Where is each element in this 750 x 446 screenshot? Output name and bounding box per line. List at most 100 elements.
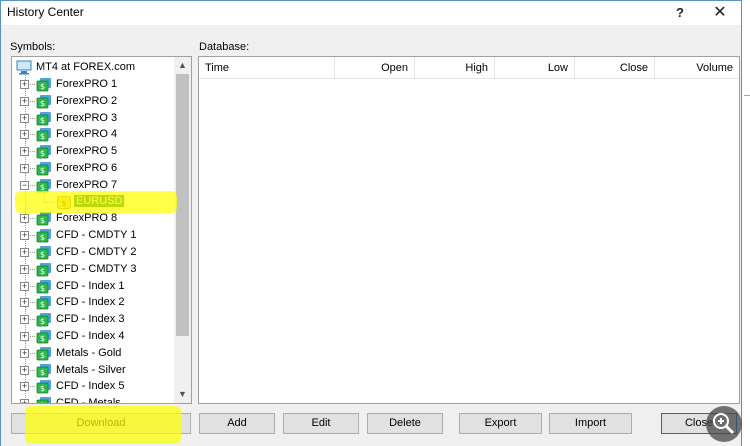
svg-text:$: $ <box>40 368 45 377</box>
computer-icon <box>16 60 32 75</box>
tree-root-label: MT4 at FOREX.com <box>36 61 136 73</box>
expand-icon[interactable]: + <box>20 214 29 224</box>
svg-text:$: $ <box>40 284 45 293</box>
svg-text:$: $ <box>40 216 45 225</box>
svg-text:$: $ <box>40 166 45 175</box>
symbols-tree[interactable]: MT4 at FOREX.com + $ ForexPRO 1 + $ ForexPRO … <box>12 57 174 403</box>
magnifier-icon <box>713 413 735 435</box>
collapse-icon[interactable]: − <box>20 180 29 190</box>
tree-connector <box>44 190 45 202</box>
tree-item-label: ForexPRO 8 <box>56 212 118 225</box>
expand-icon[interactable]: + <box>20 281 29 291</box>
svg-text:$: $ <box>40 317 45 326</box>
scroll-thumb[interactable] <box>176 74 189 336</box>
expand-icon[interactable]: + <box>20 382 29 392</box>
scroll-down-icon[interactable]: ▼ <box>174 386 191 403</box>
svg-text:$: $ <box>40 99 45 108</box>
symbol-folder-icon: $ <box>36 212 51 226</box>
tree-item-label: ForexPRO 1 <box>56 78 118 90</box>
symbol-folder-icon: $ <box>36 94 51 109</box>
svg-text:$: $ <box>40 334 45 343</box>
expand-icon[interactable]: + <box>20 399 29 403</box>
database-label: Database: <box>199 41 250 53</box>
expand-icon[interactable]: + <box>20 315 29 325</box>
symbol-folder-icon: $ <box>36 397 51 403</box>
expand-icon[interactable]: + <box>20 147 29 157</box>
edit-button[interactable]: Edit <box>283 413 359 434</box>
database-table[interactable]: Time Open High Low Close Volume <box>198 56 740 404</box>
svg-text:$: $ <box>40 132 45 141</box>
expand-icon[interactable]: + <box>20 96 29 106</box>
tree-item-label: CFD - CMDTY 2 <box>56 246 137 258</box>
svg-text:$: $ <box>40 116 45 125</box>
column-volume[interactable]: Volume <box>655 57 739 79</box>
tree-item-label: CFD - Index 2 <box>56 296 125 309</box>
tree-item-label: ForexPRO 3 <box>56 111 118 124</box>
symbol-folder-icon: $ <box>36 380 51 394</box>
expand-icon[interactable]: + <box>20 264 29 274</box>
window-title: History Center <box>7 5 84 19</box>
tree-connector <box>44 201 54 203</box>
symbol-folder-icon: $ <box>36 246 51 260</box>
tree-scrollbar[interactable]: ▲ ▼ <box>174 57 191 403</box>
svg-text:$: $ <box>40 250 45 259</box>
column-open[interactable]: Open <box>335 57 415 79</box>
symbol-folder-icon: $ <box>36 346 51 361</box>
expand-icon[interactable]: + <box>20 348 29 358</box>
selected-symbol-label: EURUSD <box>74 194 125 207</box>
tree-item-label: ForexPRO 6 <box>56 162 118 174</box>
column-time[interactable]: Time <box>199 57 335 79</box>
symbols-label: Symbols: <box>10 41 56 53</box>
expand-icon[interactable]: + <box>20 80 29 89</box>
svg-text:$: $ <box>40 233 45 242</box>
download-button[interactable]: Download <box>11 413 191 434</box>
close-window-icon[interactable]: ✕ <box>709 3 731 23</box>
expand-icon[interactable]: + <box>20 113 29 123</box>
tree-item-label: CFD - Index 1 <box>56 279 125 292</box>
help-button[interactable]: ? <box>669 3 691 23</box>
zoom-icon[interactable] <box>706 406 742 442</box>
tree-item-label: CFD - CMDTY 3 <box>56 262 137 275</box>
tree-item-label: ForexPRO 4 <box>56 128 118 141</box>
history-center-window: History Center ? ✕ Symbols: Database: MT… <box>0 0 742 446</box>
tree-item-label: ForexPRO 5 <box>56 145 118 158</box>
tree-item-label: Metals - Gold <box>56 346 122 359</box>
tree-item-label: ForexPRO 7 <box>56 178 118 191</box>
symbols-tree-panel[interactable]: MT4 at FOREX.com + $ ForexPRO 1 + $ ForexPRO … <box>11 56 192 404</box>
expand-icon[interactable]: + <box>20 298 29 308</box>
expand-icon[interactable]: + <box>20 164 29 173</box>
svg-text:$: $ <box>40 267 45 276</box>
column-low[interactable]: Low <box>495 57 575 79</box>
symbol-folder-icon: $ <box>36 262 51 277</box>
svg-text:$: $ <box>40 82 45 91</box>
expand-icon[interactable]: + <box>20 332 29 341</box>
symbol-folder-icon: $ <box>36 296 51 310</box>
expand-icon[interactable]: + <box>20 130 29 140</box>
tree-item-label: Metals - Silver <box>56 363 126 376</box>
import-button[interactable]: Import <box>549 413 632 434</box>
delete-button[interactable]: Delete <box>367 413 443 434</box>
symbol-folder-icon: $ <box>36 162 51 176</box>
svg-text:$: $ <box>40 384 45 393</box>
expand-icon[interactable]: + <box>20 248 29 257</box>
add-button[interactable]: Add <box>199 413 275 434</box>
expand-icon[interactable]: + <box>20 365 29 375</box>
scroll-up-icon[interactable]: ▲ <box>174 57 191 74</box>
expand-icon[interactable]: + <box>20 231 29 241</box>
tree-item-label: ForexPRO 2 <box>56 94 118 107</box>
symbol-folder-icon: $ <box>36 78 51 92</box>
symbol-folder-icon: $ <box>36 229 51 243</box>
export-button[interactable]: Export <box>459 413 542 434</box>
svg-text:$: $ <box>61 199 66 208</box>
symbol-folder-icon: $ <box>36 128 51 142</box>
symbol-folder-icon: $ <box>36 363 51 377</box>
symbol-folder-icon: $ <box>36 111 51 125</box>
svg-text:$: $ <box>40 149 45 158</box>
tree-item-label: CFD - Index 3 <box>56 313 125 326</box>
svg-text:$: $ <box>40 300 45 309</box>
column-close[interactable]: Close <box>575 57 655 79</box>
currency-symbol-icon: $ <box>57 195 71 209</box>
symbol-folder-icon: $ <box>36 330 51 344</box>
symbol-folder-icon: $ <box>36 145 51 159</box>
column-high[interactable]: High <box>415 57 495 79</box>
